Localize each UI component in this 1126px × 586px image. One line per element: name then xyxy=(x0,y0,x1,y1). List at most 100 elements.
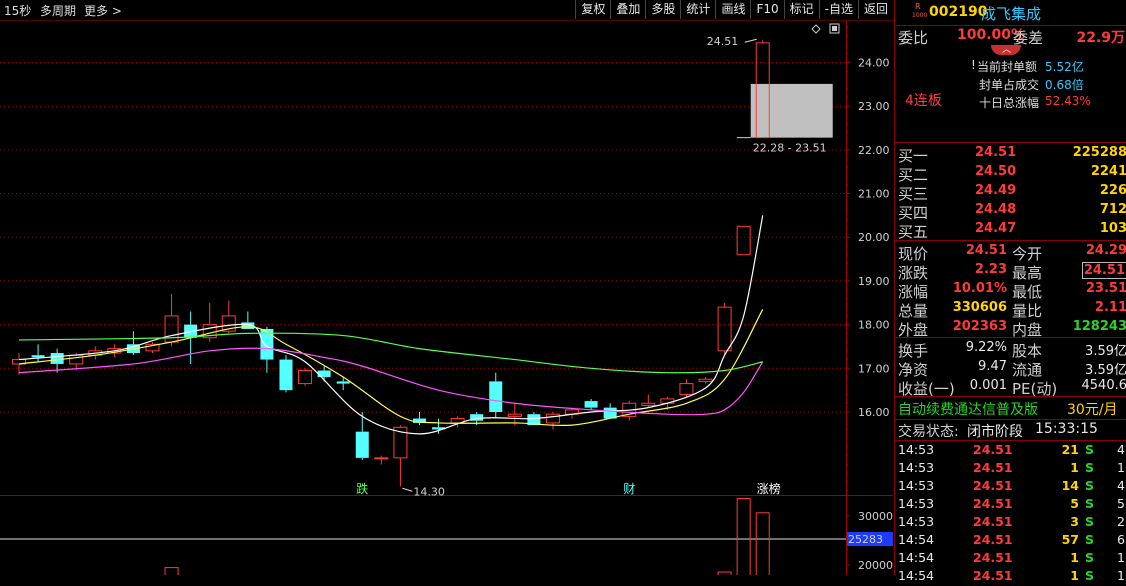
toolbar-button[interactable]: 复权 xyxy=(575,0,610,19)
fund-row: 收益(一) 0.001 PE(动) 4540.6 xyxy=(898,378,1126,398)
bid-price: 24.49 xyxy=(975,183,1017,198)
y-tick-label: 22.00 xyxy=(858,144,890,157)
bid-volume: 226 xyxy=(1099,183,1126,198)
vol-current-label: 25283 xyxy=(848,533,883,546)
stock-badge-bottom: 1000 xyxy=(912,12,928,19)
toolbar-button[interactable]: 画线 xyxy=(715,0,750,19)
range-label: 22.28 - 23.51 xyxy=(753,142,827,155)
ma-line-ma2 xyxy=(18,309,764,427)
tick-row: 14:53 24.51 14 S 4 xyxy=(898,478,1125,493)
ma-line-ma1 xyxy=(18,215,764,435)
candle-body xyxy=(545,413,560,424)
volume-bar xyxy=(736,497,751,575)
more-menu[interactable]: 更多 > xyxy=(84,2,122,19)
candle-body xyxy=(50,353,64,364)
stat-row: 外盘 202363 内盘 128243 xyxy=(898,319,1126,339)
fund-row: 换手 9.22% 股本 3.59亿 xyxy=(898,340,1126,360)
stat-row: 涨跌 2.23 最高 24.51 xyxy=(898,262,1126,282)
chevron-right-icon: > xyxy=(111,4,122,18)
low-pointer xyxy=(402,487,413,492)
y-tick-label: 16.00 xyxy=(858,406,890,419)
quote-panel: R 1000 002190 成飞集成 委比 100.00% 委差 22.9万 ︿… xyxy=(894,0,1126,583)
bid-volume: 2241 xyxy=(1090,164,1126,179)
tick-row: 14:54 24.51 1 S 1 xyxy=(898,550,1125,565)
stock-badge-top: R xyxy=(915,2,921,11)
toolbar-button[interactable]: 叠加 xyxy=(610,0,645,19)
high-pointer xyxy=(744,38,757,43)
stat-row: 总量 330606 量比 2.11 xyxy=(898,300,1126,320)
ad-banner[interactable]: 自动续费通达信普及版 30元/月 xyxy=(895,399,1126,419)
stat-row: 涨幅 10.01% 最低 23.51 xyxy=(898,281,1126,301)
tick-row: 14:54 24.51 1 S 1 xyxy=(898,568,1125,583)
volume-bar xyxy=(755,512,770,575)
candle-body xyxy=(489,381,503,412)
high-label: 24.51 xyxy=(707,35,739,48)
bid-price: 24.50 xyxy=(975,164,1017,179)
event-marker: 跌 xyxy=(356,481,368,496)
toolbar-button[interactable]: 返回 xyxy=(857,0,893,19)
volume-bar xyxy=(164,567,179,575)
bid-row: 买一 24.51 225288 xyxy=(898,145,1126,165)
multi-period-button[interactable]: 多周期 xyxy=(40,2,76,19)
candle-body xyxy=(507,413,522,417)
range-block xyxy=(750,83,833,138)
seal-amount: 5.52亿 xyxy=(1045,60,1084,74)
candle-body xyxy=(584,401,598,408)
event-marker: 财 xyxy=(623,482,635,496)
tick-row: 14:54 24.51 57 S 6 xyxy=(898,532,1125,547)
chart-toolbar: 15秒 多周期 更多 > 复权 叠加 多股 统计 画线 F10 标记 -自选 返回 xyxy=(0,0,893,21)
toolbar-button[interactable]: 多股 xyxy=(645,0,680,19)
vol-tick-label: 30000 xyxy=(858,510,893,523)
candle-body xyxy=(279,359,293,391)
candle-body xyxy=(698,378,713,382)
toolbar-button[interactable]: F10 xyxy=(750,0,783,19)
ten-day-gain: 52.43% xyxy=(1045,94,1091,108)
candle-body xyxy=(355,431,369,458)
stat-row: 现价 24.51 今开 24.29 xyxy=(898,243,1126,263)
bid-volume: 712 xyxy=(1099,202,1126,217)
candle-body xyxy=(336,381,350,384)
wei-cha-value: 22.9万 xyxy=(1076,30,1125,46)
bid-row: 买三 24.49 226 xyxy=(898,183,1126,203)
diamond-icon xyxy=(811,24,821,34)
trade-status: 交易状态: 闭市阶段 15:33:15 xyxy=(898,421,1098,440)
bid-row: 买五 24.47 103 xyxy=(898,221,1126,241)
fund-row: 净资 9.47 流通 3.59亿 xyxy=(898,359,1126,379)
event-marker: 涨榜 xyxy=(757,481,781,496)
candle-body xyxy=(679,383,694,396)
candle-body xyxy=(374,457,389,460)
stock-name: 成飞集成 xyxy=(981,5,1042,23)
expand-tab[interactable]: ︿ xyxy=(991,45,1021,55)
period-selector[interactable]: 15秒 xyxy=(4,2,31,19)
candle-body xyxy=(641,402,656,406)
ma-line-ma3 xyxy=(18,347,764,416)
bid-volume: 103 xyxy=(1099,221,1126,236)
stock-header: R 1000 002190 成飞集成 xyxy=(895,2,1126,24)
y-tick-label: 20.00 xyxy=(858,231,890,244)
candle-body xyxy=(736,225,751,256)
y-tick-label: 24.00 xyxy=(858,57,890,70)
tick-row: 14:53 24.51 21 S 4 xyxy=(898,442,1125,457)
bid-price: 24.48 xyxy=(975,202,1017,217)
square-icon-fill xyxy=(832,26,837,31)
kline-chart[interactable]: 16.00 17.00 18.00 19.00 20.00 21.00 22.00 23.00… xyxy=(0,21,893,575)
y-tick-label: 23.00 xyxy=(858,100,890,113)
toolbar-buttons: 复权 叠加 多股 统计 画线 F10 标记 -自选 返回 xyxy=(575,0,893,20)
toolbar-button[interactable]: 统计 xyxy=(680,0,715,19)
y-tick-label: 19.00 xyxy=(858,275,890,288)
candle-body xyxy=(298,369,313,385)
chevron-up-icon: ︿ xyxy=(1002,45,1012,55)
stock-code: 002190 xyxy=(929,4,988,20)
tick-row: 14:53 24.51 3 S 2 xyxy=(898,514,1125,529)
bid-price: 24.51 xyxy=(975,145,1017,160)
seal-ratio: 0.68倍 xyxy=(1045,78,1084,92)
toolbar-button[interactable]: -自选 xyxy=(818,0,858,19)
y-tick-label: 18.00 xyxy=(858,319,890,332)
y-tick-label: 21.00 xyxy=(858,188,890,201)
bid-price: 24.47 xyxy=(975,221,1017,236)
vol-tick-label: 20000 xyxy=(858,559,893,572)
bid-volume: 225288 xyxy=(1072,145,1126,160)
y-tick-label: 17.00 xyxy=(858,362,890,375)
candle-body xyxy=(717,306,732,352)
toolbar-button[interactable]: 标记 xyxy=(783,0,819,19)
